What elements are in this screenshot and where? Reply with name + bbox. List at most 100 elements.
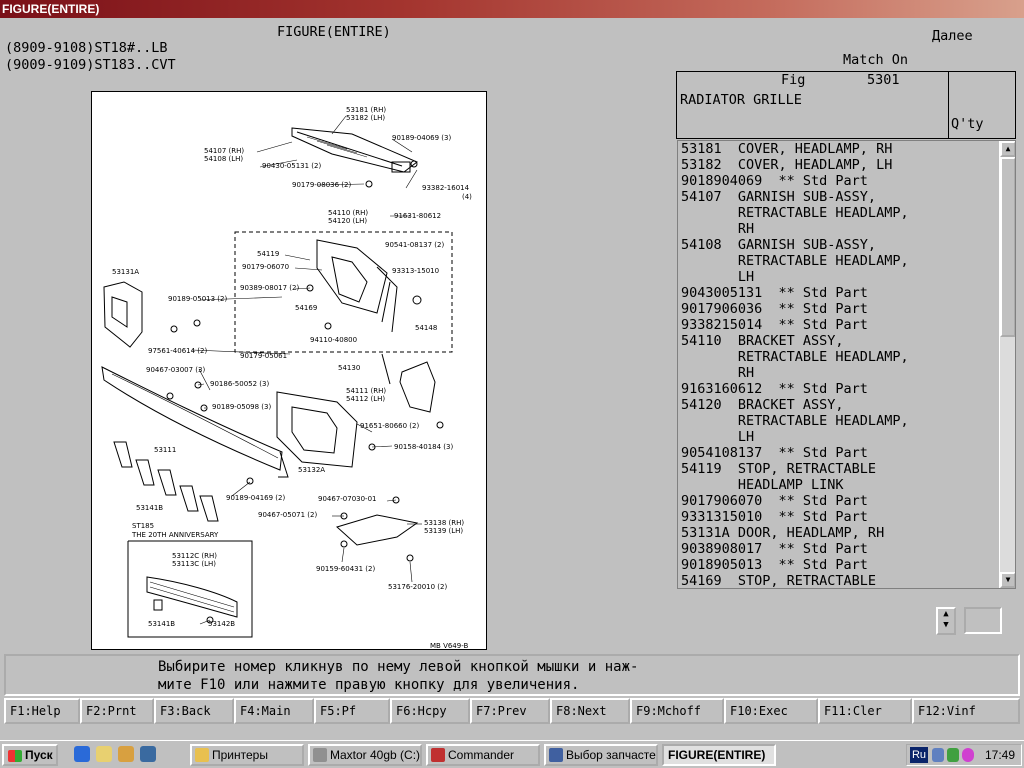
callout-53112c: 53112C (RH) [172, 552, 217, 560]
callout-53132a: 53132A [298, 466, 325, 474]
language-indicator[interactable]: Ru [910, 747, 928, 763]
windows-taskbar: Пуск Принтеры Maxtor 40gb (C:) Commander… [0, 740, 1024, 768]
scroll-down-arrow-icon[interactable]: ▼ [1000, 572, 1015, 588]
callout-90467-05071: 90467-05071 (2) [258, 511, 317, 519]
parts-list[interactable]: 53181 COVER, HEADLAMP, RH 53182 COVER, HE… [677, 140, 1016, 589]
parts-list-item[interactable]: 9338215014 ** Std Part [681, 317, 999, 333]
task-commander[interactable]: Commander [426, 744, 540, 766]
callout-53138: 53138 (RH) [424, 519, 464, 527]
callout-53139: 53139 (LH) [424, 527, 463, 535]
task-printers-label: Принтеры [212, 748, 268, 762]
callout-53181: 53181 (RH) [346, 106, 386, 114]
callout-90467-07030-01: 90467-07030-01 [318, 495, 377, 503]
scroll-thumb[interactable] [1000, 157, 1015, 337]
parts-list-item[interactable]: RETRACTABLE HEADLAMP, [681, 253, 999, 269]
model-line-1: (8909-9108)ST18#..LB [5, 40, 168, 56]
scroll-up-arrow-icon[interactable]: ▲ [1000, 141, 1015, 157]
fig-name: RADIATOR GRILLE [680, 92, 802, 108]
f2-print-button[interactable]: F2:Prnt [80, 698, 154, 724]
quicklaunch-tools-icon[interactable] [118, 746, 134, 762]
f10-exec-button[interactable]: F10:Exec [724, 698, 818, 724]
tray-network-icon[interactable] [932, 748, 944, 762]
tray-sound-icon[interactable] [947, 748, 959, 762]
parts-list-item[interactable]: LH [681, 429, 999, 445]
parts-list-item[interactable]: HEADLAMP LINK [681, 477, 999, 493]
callout-54130: 54130 [338, 364, 360, 372]
parts-list-item[interactable]: 9017906070 ** Std Part [681, 493, 999, 509]
fig-label: Fig [781, 72, 806, 88]
f4-main-button[interactable]: F4:Main [234, 698, 314, 724]
parts-list-item[interactable]: 9018905013 ** Std Part [681, 557, 999, 573]
parts-list-item[interactable]: 54110 BRACKET ASSY, [681, 333, 999, 349]
parts-list-item[interactable]: 9331315010 ** Std Part [681, 509, 999, 525]
callout-53142b: 53142B [208, 620, 235, 628]
callout-90189-05098: 90189-05098 (3) [212, 403, 271, 411]
instruction-line-1: Выбирите номер кликнув по нему левой кно… [158, 659, 639, 675]
lower-cover-drawing [336, 496, 419, 562]
parts-list-item[interactable]: 53182 COVER, HEADLAMP, LH [681, 157, 999, 173]
parts-list-item[interactable]: RETRACTABLE HEADLAMP, [681, 349, 999, 365]
f7-prev-button[interactable]: F7:Prev [470, 698, 550, 724]
parts-list-item[interactable]: RETRACTABLE HEADLAMP, [681, 205, 999, 221]
grille-slats-drawing [113, 441, 254, 522]
f8-next-button[interactable]: F8:Next [550, 698, 630, 724]
svg-text:(4): (4) [462, 193, 472, 201]
start-button[interactable]: Пуск [2, 744, 58, 766]
page-spinner[interactable]: ▲ ▼ [936, 607, 956, 635]
callout-90189-04169: 90189-04169 (2) [226, 494, 285, 502]
task-figure-entire-label: FIGURE(ENTIRE) [668, 748, 766, 762]
drawing-code: MB V649-B [430, 642, 468, 650]
parts-list-item[interactable]: RETRACTABLE HEADLAMP, [681, 413, 999, 429]
f3-back-button[interactable]: F3:Back [154, 698, 234, 724]
function-key-bar: F1:Help F2:Prnt F3:Back F4:Main F5:Pf F6… [4, 698, 1020, 724]
model-line-2: (9009-9109)ST183..CVT [5, 57, 176, 73]
task-parts-selection[interactable]: Выбор запчасте... [544, 744, 658, 766]
parts-diagram[interactable]: 53181 (RH) 53182 (LH) 90189-04069 (3) 54… [91, 91, 487, 650]
callout-90179-06070: 90179-06070 [242, 263, 289, 271]
task-printers[interactable]: Принтеры [190, 744, 304, 766]
f11-cler-button[interactable]: F11:Cler [818, 698, 912, 724]
side-bracket-drawing [381, 353, 444, 429]
parts-list-item[interactable]: 53131A DOOR, HEADLAMP, RH [681, 525, 999, 541]
f6-hcpy-button[interactable]: F6:Hcpy [390, 698, 470, 724]
show-desktop-icon[interactable] [140, 746, 156, 762]
parts-list-item[interactable]: 9018904069 ** Std Part [681, 173, 999, 189]
internet-explorer-icon[interactable] [74, 746, 90, 762]
parts-list-rows[interactable]: 53181 COVER, HEADLAMP, RH 53182 COVER, HE… [681, 141, 999, 588]
callout-90179-05061: 90179-05061 [240, 352, 287, 360]
parts-list-item[interactable]: 54169 STOP, RETRACTABLE [681, 573, 999, 588]
tray-app-icon[interactable] [962, 748, 974, 762]
callout-93382-16014: 93382-16014 [422, 184, 470, 192]
f1-help-button[interactable]: F1:Help [4, 698, 80, 724]
f9-mchoff-button[interactable]: F9:Mchoff [630, 698, 724, 724]
parts-list-item[interactable]: 9038908017 ** Std Part [681, 541, 999, 557]
callout-91651-80660: 91651-80660 (2) [360, 422, 419, 430]
page-number-field[interactable] [964, 607, 1002, 634]
parts-list-item[interactable]: 54120 BRACKET ASSY, [681, 397, 999, 413]
parts-list-item[interactable]: 9017906036 ** Std Part [681, 301, 999, 317]
parts-list-item[interactable]: 53181 COVER, HEADLAMP, RH [681, 141, 999, 157]
parts-list-item[interactable]: 9054108137 ** Std Part [681, 445, 999, 461]
parts-list-item[interactable]: RH [681, 365, 999, 381]
f5-pf-button[interactable]: F5:Pf [314, 698, 390, 724]
folder-icon [195, 748, 209, 762]
f12-vinf-button[interactable]: F12:Vinf [912, 698, 1020, 724]
parts-list-item[interactable]: LH [681, 269, 999, 285]
task-maxtor[interactable]: Maxtor 40gb (C:) [308, 744, 422, 766]
parts-list-item[interactable]: RH [681, 221, 999, 237]
parts-list-item[interactable]: 54107 GARNISH SUB-ASSY, [681, 189, 999, 205]
commander-icon [431, 748, 445, 762]
callout-90179-08036: 90179-08036 (2) [292, 181, 351, 189]
start-label: Пуск [25, 748, 53, 762]
parts-list-item[interactable]: 54119 STOP, RETRACTABLE [681, 461, 999, 477]
parts-list-scrollbar[interactable]: ▲ ▼ [999, 141, 1015, 588]
system-tray: Ru 17:49 [906, 744, 1022, 766]
next-button[interactable]: Далее [932, 28, 973, 44]
parts-list-item[interactable]: 54108 GARNISH SUB-ASSY, [681, 237, 999, 253]
task-figure-entire[interactable]: FIGURE(ENTIRE) [662, 744, 776, 766]
callout-90189-04069: 90189-04069 (3) [392, 134, 451, 142]
outlook-icon[interactable] [96, 746, 112, 762]
window-titlebar: FIGURE(ENTIRE) [0, 0, 1024, 18]
parts-list-item[interactable]: 9163160612 ** Std Part [681, 381, 999, 397]
parts-list-item[interactable]: 9043005131 ** Std Part [681, 285, 999, 301]
